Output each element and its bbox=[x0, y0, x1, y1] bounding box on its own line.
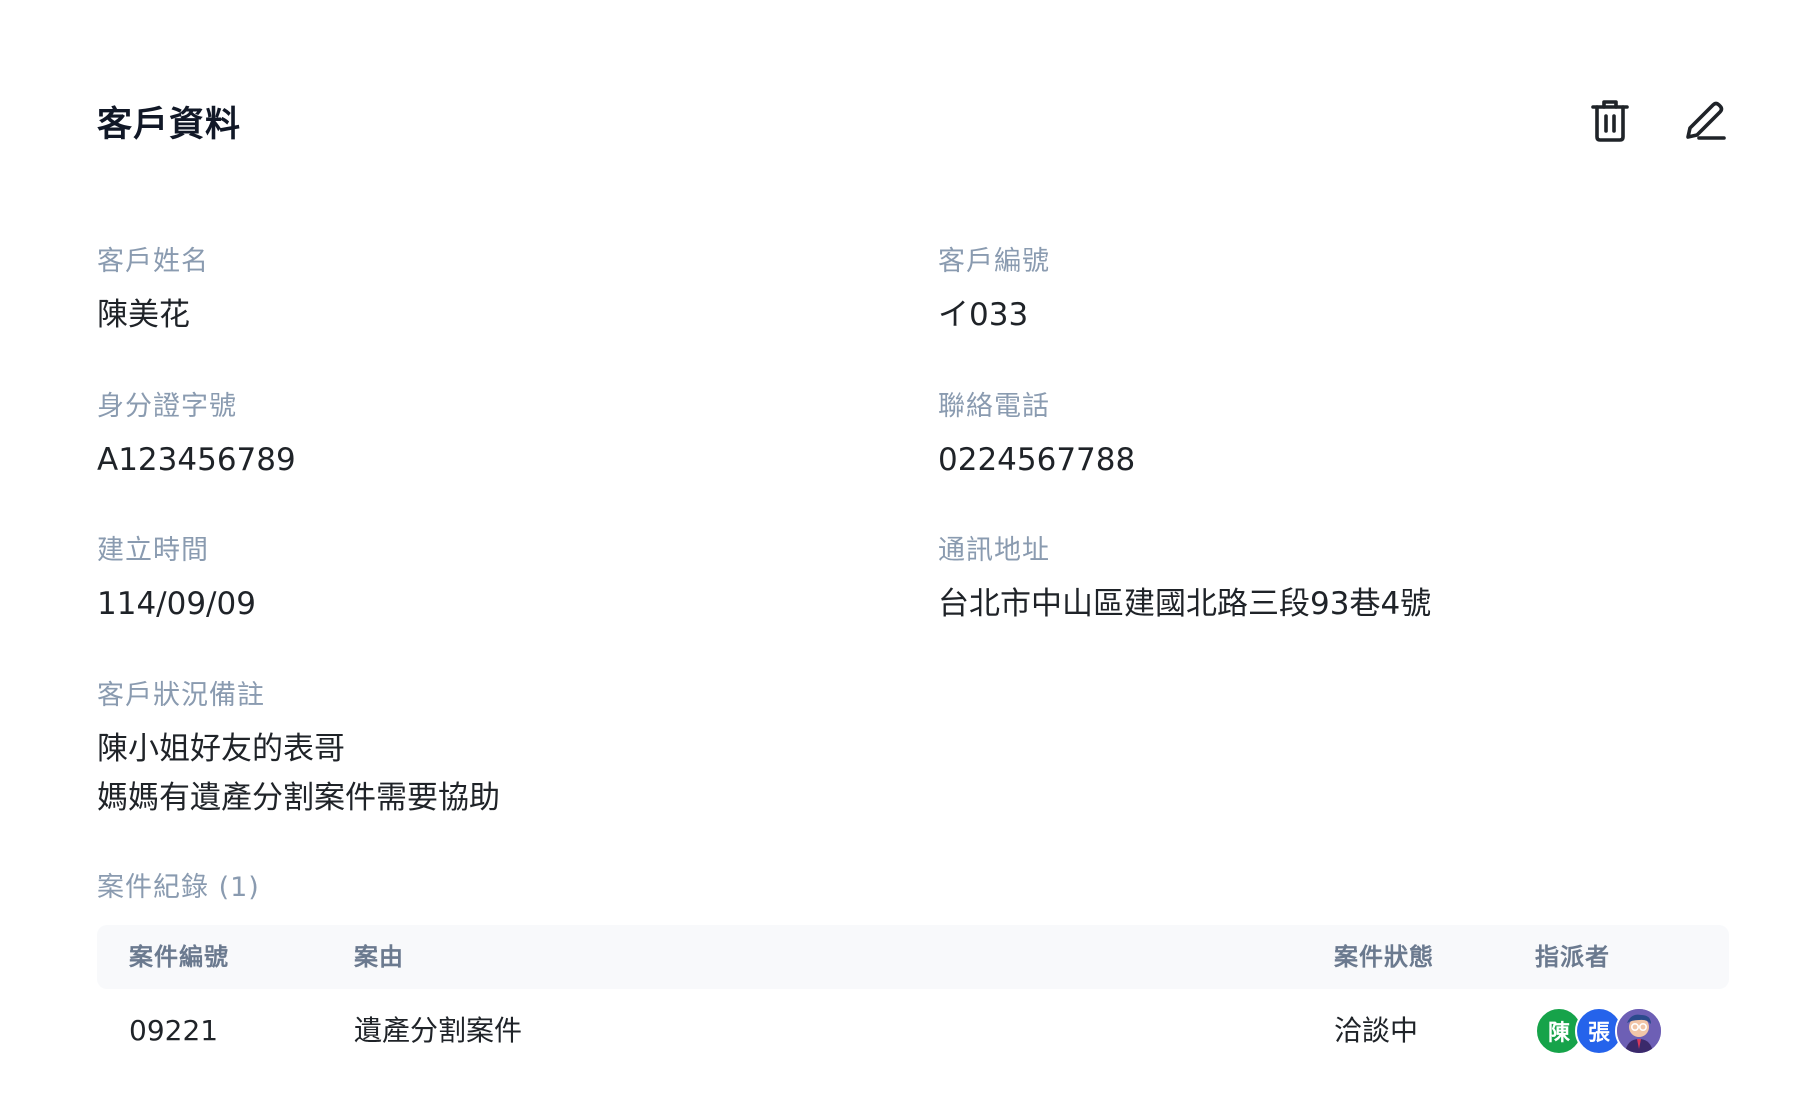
field-phone: 聯絡電話 0224567788 bbox=[938, 389, 1135, 484]
field-label: 客戶編號 bbox=[938, 246, 1050, 277]
delete-button[interactable] bbox=[1586, 92, 1634, 148]
field-label: 通訊地址 bbox=[938, 535, 1050, 566]
column-header-cause: 案由 bbox=[354, 943, 404, 971]
field-label: 客戶狀況備註 bbox=[97, 680, 265, 711]
field-value: 0224567788 bbox=[938, 442, 1136, 478]
trash-icon bbox=[1591, 100, 1629, 142]
case-number-cell: 09221 bbox=[129, 1014, 219, 1047]
case-cause-cell: 遺產分割案件 bbox=[354, 1014, 523, 1047]
field-id-number: 身分證字號 A123456789 bbox=[97, 389, 296, 484]
field-value: A123456789 bbox=[97, 442, 296, 478]
field-value: 陳小姐好友的表哥 媽媽有遺產分割案件需要協助 bbox=[97, 731, 500, 816]
case-records-table: 案件編號 案由 案件狀態 指派者 09221 遺產分割案件 洽談中 陳 張 bbox=[97, 925, 1729, 1073]
client-detail-page: 客戶資料 客戶姓名 陳美花 客戶編號 イ033 身分證字號 A123456789… bbox=[0, 0, 1816, 1112]
field-value: 114/09/09 bbox=[97, 586, 256, 622]
column-header-status: 案件狀態 bbox=[1334, 943, 1434, 971]
field-client-number: 客戶編號 イ033 bbox=[938, 244, 1050, 339]
pencil-icon bbox=[1686, 101, 1726, 140]
field-created-time: 建立時間 114/09/09 bbox=[97, 533, 256, 628]
field-client-name: 客戶姓名 陳美花 bbox=[97, 244, 209, 339]
field-address: 通訊地址 台北市中山區建國北路三段93巷4號 bbox=[938, 533, 1431, 628]
field-value: イ033 bbox=[938, 297, 1029, 333]
field-label: 建立時間 bbox=[97, 535, 209, 566]
field-client-note: 客戶狀況備註 陳小姐好友的表哥 媽媽有遺產分割案件需要協助 bbox=[97, 678, 500, 823]
case-status-cell: 洽談中 bbox=[1334, 1014, 1419, 1047]
column-header-assignee: 指派者 bbox=[1535, 943, 1610, 971]
page-title: 客戶資料 bbox=[97, 105, 242, 145]
avatar-photo-icon bbox=[1617, 1009, 1661, 1053]
table-header: 案件編號 案由 案件狀態 指派者 bbox=[97, 925, 1729, 989]
field-label: 客戶姓名 bbox=[97, 246, 209, 277]
edit-button[interactable] bbox=[1681, 92, 1729, 148]
assignee-avatars: 陳 張 bbox=[1535, 1007, 1663, 1055]
column-header-case-number: 案件編號 bbox=[129, 943, 229, 971]
table-row[interactable]: 09221 遺產分割案件 洽談中 陳 張 bbox=[97, 989, 1729, 1073]
field-value: 陳美花 bbox=[97, 297, 190, 333]
field-label: 身分證字號 bbox=[97, 391, 237, 422]
case-records-heading: 案件紀錄 (1) bbox=[97, 872, 260, 903]
field-label: 聯絡電話 bbox=[938, 391, 1050, 422]
avatar[interactable] bbox=[1615, 1007, 1663, 1055]
field-value: 台北市中山區建國北路三段93巷4號 bbox=[938, 586, 1432, 622]
